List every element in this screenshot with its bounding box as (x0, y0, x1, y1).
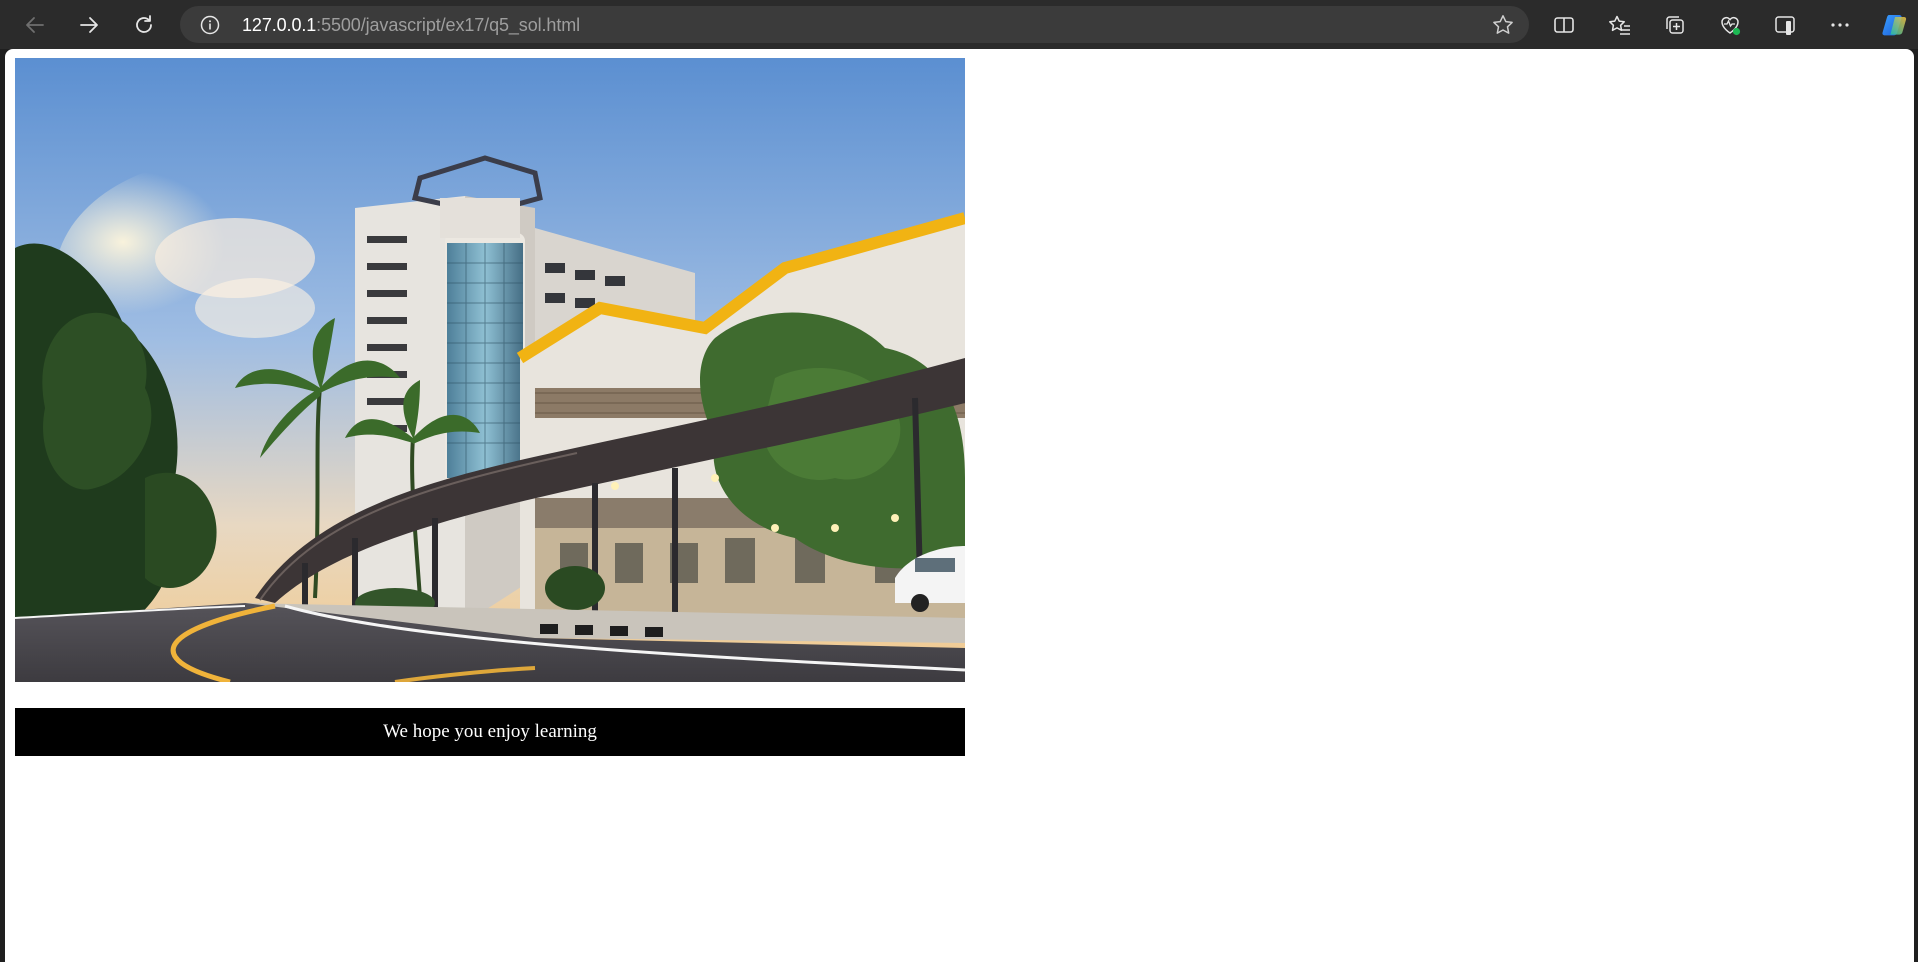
reading-view-button[interactable] (1765, 5, 1805, 45)
collections-button[interactable] (1655, 5, 1695, 45)
browser-essentials-button[interactable] (1710, 5, 1750, 45)
back-button[interactable] (15, 5, 55, 45)
refresh-icon (136, 15, 152, 33)
browser-toolbar: 127.0.0.1:5500/javascript/ex17/q5_sol.ht… (0, 0, 1918, 49)
building-photo (15, 58, 965, 682)
url-path: :5500/javascript/ex17/q5_sol.html (316, 15, 581, 35)
more-icon (1831, 23, 1849, 27)
split-screen-button[interactable] (1544, 5, 1584, 45)
reading-view-icon (1775, 16, 1795, 35)
star-icon[interactable] (1491, 13, 1515, 37)
url-text[interactable]: 127.0.0.1:5500/javascript/ex17/q5_sol.ht… (242, 15, 580, 35)
forward-icon (80, 17, 98, 33)
copilot-button[interactable] (1874, 5, 1914, 45)
copilot-icon (1882, 15, 1907, 36)
info-icon[interactable] (200, 15, 220, 35)
browser-essentials-icon (1721, 16, 1741, 36)
url-host: 127.0.0.1 (242, 15, 317, 35)
favorites-icon (1609, 15, 1630, 35)
collections-icon (1666, 16, 1684, 34)
favorites-button[interactable] (1600, 5, 1640, 45)
more-button[interactable] (1820, 5, 1860, 45)
caption-bar: We hope you enjoy learning (15, 708, 965, 756)
address-bar[interactable]: 127.0.0.1:5500/javascript/ex17/q5_sol.ht… (180, 6, 1529, 43)
forward-button[interactable] (69, 5, 109, 45)
back-icon (26, 17, 44, 33)
page-viewport: We hope you enjoy learning (5, 49, 1914, 962)
caption-text: We hope you enjoy learning (383, 721, 597, 742)
refresh-button[interactable] (124, 5, 164, 45)
split-screen-icon (1554, 17, 1574, 33)
